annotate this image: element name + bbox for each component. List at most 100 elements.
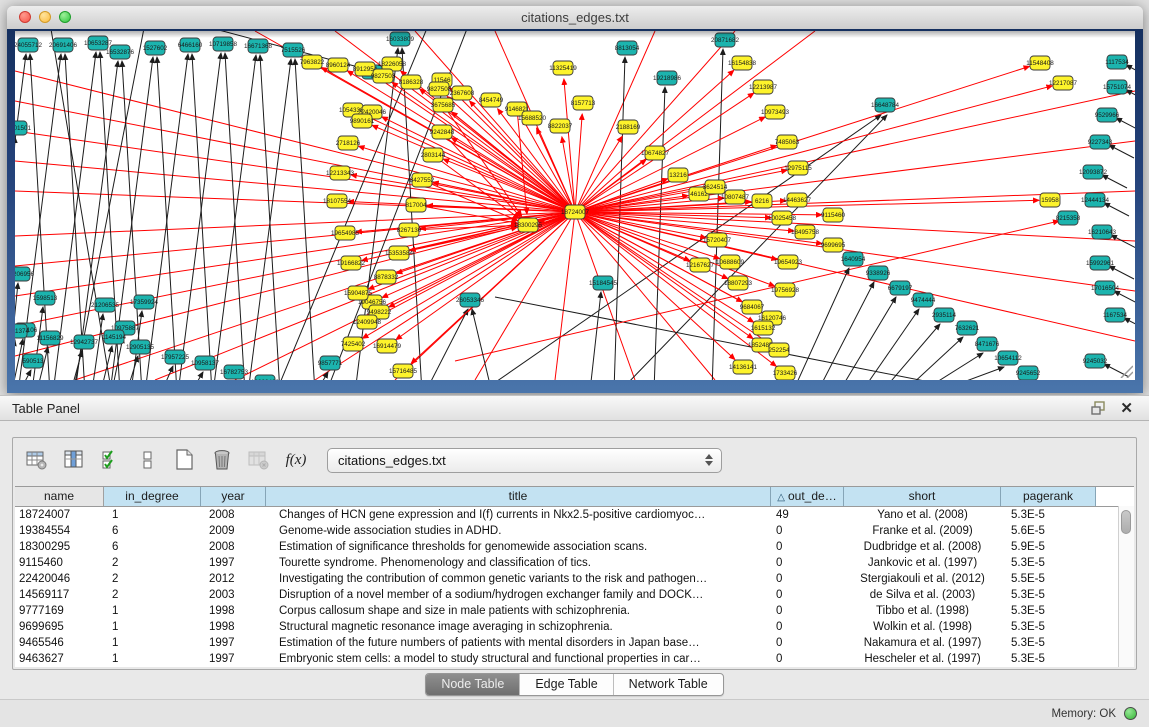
cell-name[interactable]: 9777169 [15,603,104,619]
network-node[interactable]: 1640954 [841,252,866,266]
network-node[interactable]: 1167534 [1103,308,1128,322]
function-builder-icon[interactable]: f(x) [284,448,308,472]
network-node[interactable]: 15353584 [385,246,414,260]
cell-year[interactable]: 2009 [201,523,266,539]
cell-pagerank[interactable]: 5.3E-5 [1001,507,1096,523]
network-node[interactable]: 11325419 [549,61,577,75]
network-node[interactable]: 20691406 [49,38,78,52]
column-header-out_de[interactable]: △out_de… [771,487,844,506]
cell-in_degree[interactable]: 2 [104,587,201,603]
cell-title[interactable]: Estimation of significance thresholds fo… [266,539,771,555]
network-node[interactable]: 1117534 [1105,55,1129,69]
column-header-pagerank[interactable]: pagerank [1001,487,1096,506]
network-node[interactable]: 9857771 [318,356,343,370]
cell-title[interactable]: Investigating the contribution of common… [266,571,771,587]
cell-short[interactable]: Nakamura et al. (1997) [844,635,1001,651]
network-node[interactable]: 7632621 [955,321,980,335]
network-node[interactable]: 18724007 [561,205,590,219]
network-node[interactable]: 7425402 [341,337,366,351]
float-panel-icon[interactable] [1091,401,1106,415]
table-row[interactable]: 1456911722003Disruption of a novel membe… [15,587,1134,603]
cell-title[interactable]: Disruption of a novel member of a sodium… [266,587,771,603]
network-node[interactable]: 8215358 [1056,211,1081,225]
cell-short[interactable]: de Silva et al. (2003) [844,587,1001,603]
cell-in_degree[interactable]: 2 [104,571,201,587]
network-node[interactable]: 12409948 [353,315,382,329]
network-node[interactable]: 15688520 [518,111,547,125]
column-header-short[interactable]: short [844,487,1001,506]
cell-pagerank[interactable]: 5.3E-5 [1001,635,1096,651]
network-node[interactable]: 10653287 [84,36,113,50]
network-node[interactable]: 19654923 [774,255,803,269]
cell-title[interactable]: Tourette syndrome. Phenomenology and cla… [266,555,771,571]
cell-year[interactable]: 1998 [201,619,266,635]
canvas-resize-hatch[interactable] [1117,362,1133,378]
network-node[interactable]: 20871682 [711,33,740,47]
column-header-name[interactable]: name [15,487,104,506]
network-node[interactable]: 16648784 [871,98,900,112]
cell-short[interactable]: Franke et al. (2009) [844,523,1001,539]
zoom-window-button[interactable] [59,11,71,23]
column-header-year[interactable]: year [201,487,266,506]
cell-out_de[interactable]: 0 [771,619,844,635]
network-node[interactable]: 10973493 [761,105,790,119]
network-node[interactable]: 8186328 [399,75,424,89]
memory-status-indicator[interactable] [1124,707,1137,720]
network-node[interactable]: 8157713 [571,96,596,110]
cell-out_de[interactable]: 0 [771,603,844,619]
network-node[interactable]: 24055712 [15,38,42,52]
table-row[interactable]: 1938455462009Genome-wide association stu… [15,523,1134,539]
network-node[interactable]: 2803144 [421,148,446,162]
network-node[interactable]: 12213343 [326,166,355,180]
network-node[interactable]: 8471676 [975,337,1000,351]
cell-out_de[interactable]: 0 [771,651,844,667]
network-node[interactable]: 23206956 [15,267,34,281]
tab-edge-table[interactable]: Edge Table [519,674,612,695]
cell-name[interactable]: 18300295 [15,539,104,555]
cell-short[interactable]: Wolkin et al. (1998) [844,619,1001,635]
cell-out_de[interactable]: 0 [771,587,844,603]
cell-year[interactable]: 1997 [201,555,266,571]
cell-in_degree[interactable]: 2 [104,555,201,571]
cell-short[interactable]: Stergiakouli et al. (2012) [844,571,1001,587]
network-node[interactable]: 9338926 [866,266,891,280]
network-node[interactable]: 17359924 [130,295,159,309]
cell-name[interactable]: 22420046 [15,571,104,587]
network-node[interactable]: 10807487 [721,190,750,204]
cell-name[interactable]: 18724007 [15,507,104,523]
network-node[interactable]: 9699695 [821,238,846,252]
network-node[interactable]: 18107554 [323,194,352,208]
tab-node-table[interactable]: Node Table [426,674,519,695]
network-node[interactable]: 12167627 [686,258,715,272]
network-node[interactable]: 1145194 [102,330,127,344]
table-selector-dropdown[interactable]: citations_edges.txt [327,448,722,473]
network-node[interactable]: 252254 [768,343,790,357]
network-node[interactable]: 10654112 [994,351,1022,365]
network-node[interactable]: 19218986 [653,71,682,85]
select-all-columns-icon[interactable] [99,448,123,472]
network-node[interactable]: 15751074 [1103,80,1132,94]
network-node[interactable]: 7515526 [281,43,306,57]
cell-out_de[interactable]: 0 [771,523,844,539]
network-node[interactable]: 13216 [668,168,688,182]
cell-short[interactable]: Tibbo et al. (1998) [844,603,1001,619]
cell-out_de[interactable]: 0 [771,571,844,587]
cell-name[interactable]: 19384554 [15,523,104,539]
network-node[interactable]: 9245032 [1083,354,1108,368]
cell-name[interactable]: 9699695 [15,619,104,635]
network-node[interactable]: 1598513 [33,291,58,305]
network-node[interactable]: 10719858 [209,37,238,51]
network-node[interactable]: 15992961 [1086,256,1115,270]
cell-out_de[interactable]: 49 [771,507,844,523]
cell-title[interactable]: Genome-wide association studies in ADHD. [266,523,771,539]
network-node[interactable]: 18300295 [514,218,543,232]
cell-out_de[interactable]: 0 [771,555,844,571]
network-node[interactable]: 12923488 [251,375,280,380]
network-node[interactable]: 21206535 [91,298,120,312]
network-node[interactable]: 18807293 [724,276,753,290]
network-node[interactable]: 12942737 [70,335,99,349]
network-node[interactable]: 12213987 [749,80,778,94]
network-node[interactable]: 16154838 [728,56,757,70]
network-node[interactable]: 6216 [752,194,772,208]
cell-out_de[interactable]: 0 [771,539,844,555]
